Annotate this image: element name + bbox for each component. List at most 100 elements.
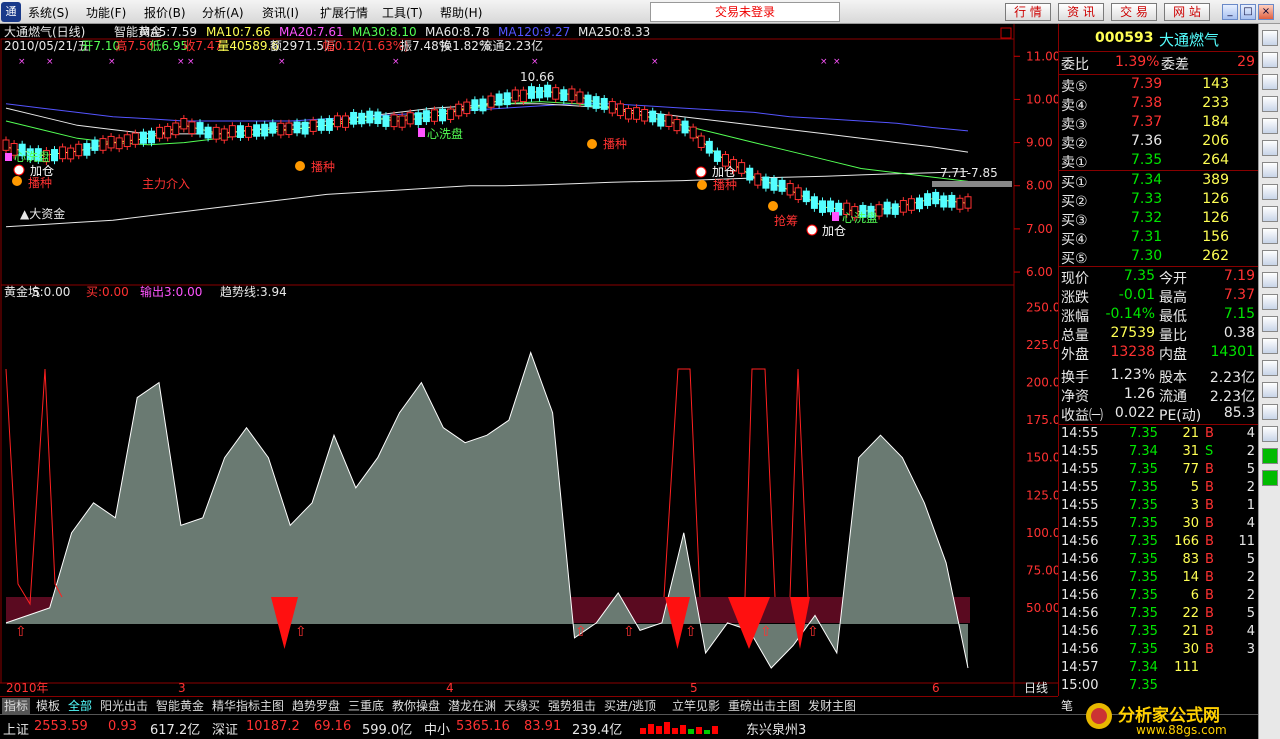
stock-name: 大通燃气 <box>1159 31 1220 49</box>
people-icon[interactable] <box>1262 162 1278 178</box>
info-item-3: 低6.95 <box>149 39 188 53</box>
tick-price: 7.35 <box>1129 480 1158 495</box>
bsi-icon[interactable] <box>1262 272 1278 288</box>
menu-system[interactable]: 系统(S) <box>28 4 69 21</box>
tick-icon[interactable] <box>1262 250 1278 266</box>
svg-text:×: × <box>833 57 841 67</box>
maximize-icon[interactable]: □ <box>1240 4 1256 20</box>
table-icon[interactable] <box>1262 294 1278 310</box>
news-icon[interactable] <box>1262 140 1278 156</box>
tick-price: 7.34 <box>1129 444 1158 459</box>
stat-label: 现价 <box>1061 271 1089 287</box>
candle-body <box>738 162 746 174</box>
calc-icon[interactable] <box>1262 316 1278 332</box>
sow-label-2: 播种 <box>311 160 335 174</box>
candle-body <box>204 126 212 139</box>
tab-6[interactable]: 趋势罗盘 <box>290 698 342 714</box>
dollar-icon[interactable] <box>1262 338 1278 354</box>
candle-body <box>673 119 681 132</box>
list-icon[interactable] <box>1262 118 1278 134</box>
arrow-down-icon[interactable] <box>1262 470 1278 486</box>
tick-volume: 31 <box>1182 444 1199 459</box>
tab-7[interactable]: 三重底 <box>346 698 386 714</box>
tick-time: 14:56 <box>1061 570 1099 585</box>
line-chart-icon[interactable] <box>1262 74 1278 90</box>
pdf-icon[interactable] <box>1262 228 1278 244</box>
candle-body <box>568 88 576 102</box>
trade-login-status: 交易未登录 <box>650 2 840 22</box>
tab-11[interactable]: 强势狙击 <box>546 698 598 714</box>
add-position-label-3: 加仓 <box>822 224 846 238</box>
tab-13[interactable]: 立竿见影 <box>670 698 722 714</box>
tab-2[interactable]: 全部 <box>66 698 94 714</box>
period-label[interactable]: 日线 <box>1024 681 1048 695</box>
stat-row: 外盘 13238 内盘 14301 <box>1059 344 1259 363</box>
move-icon[interactable] <box>1262 426 1278 442</box>
pen-icon[interactable] <box>1262 404 1278 420</box>
menu-extended-quote[interactable]: 扩展行情 <box>320 4 368 21</box>
commission-diff-value: 29 <box>1237 54 1255 70</box>
search-icon[interactable] <box>1262 206 1278 222</box>
candle-body <box>552 87 560 100</box>
tab-10[interactable]: 天缘买 <box>502 698 542 714</box>
quote-button[interactable]: 行 情 <box>1005 3 1051 21</box>
menu-icon[interactable] <box>1262 30 1278 46</box>
menu-function[interactable]: 功能(F) <box>86 4 126 21</box>
tick-price: 7.35 <box>1129 606 1158 621</box>
tick-count: 11 <box>1238 534 1255 549</box>
tick-tab[interactable]: 笔 <box>1061 697 1073 714</box>
level-volume: 184 <box>1202 114 1229 130</box>
candle-body <box>786 183 794 196</box>
tab-15[interactable]: 发财主图 <box>806 698 858 714</box>
tab-1[interactable]: 模板 <box>34 698 62 714</box>
tick-side: B <box>1205 588 1214 603</box>
indicator-values: S:0.00 买:0.00 输出3:0.00 趋势线:3.94 <box>32 284 287 299</box>
candle-body <box>697 135 705 148</box>
sz-index-value: 10187.2 <box>246 719 300 734</box>
kline-chart[interactable]: 大通燃气(日线) 智能黄金 MA5:7.59 MA10:7.66 MA20:7.61… <box>0 24 1058 696</box>
kline-icon[interactable] <box>1262 96 1278 112</box>
close-icon[interactable]: × <box>1258 4 1274 20</box>
svg-text:×: × <box>187 57 195 67</box>
stat-value: 1.26 <box>1123 386 1155 402</box>
news-button[interactable]: 资 讯 <box>1058 3 1104 21</box>
tick-side: B <box>1205 570 1214 585</box>
buy-arrow-1: ⇧ <box>295 624 307 640</box>
website-button[interactable]: 网 站 <box>1164 3 1210 21</box>
tab-9[interactable]: 潜龙在渊 <box>446 698 498 714</box>
menu-analysis[interactable]: 分析(A) <box>202 4 244 21</box>
minimize-icon[interactable]: _ <box>1222 4 1238 20</box>
wrench-icon[interactable] <box>1262 360 1278 376</box>
tab-14[interactable]: 重磅出击主图 <box>726 698 802 714</box>
candle-body <box>115 137 123 150</box>
arrow-up-icon[interactable] <box>1262 448 1278 464</box>
tab-5[interactable]: 精华指标主图 <box>210 698 286 714</box>
menu-info[interactable]: 资讯(I) <box>262 4 299 21</box>
commission-ratio-value: 1.39% <box>1115 54 1160 70</box>
level-price: 7.39 <box>1131 76 1163 92</box>
tab-8[interactable]: 教你操盘 <box>390 698 442 714</box>
candle-body <box>301 121 309 135</box>
menu-tools[interactable]: 工具(T) <box>382 4 423 21</box>
svg-text:×: × <box>18 57 26 67</box>
tab-12[interactable]: 买进/逃顶 <box>602 698 658 714</box>
tab-4[interactable]: 智能黄金 <box>154 698 206 714</box>
indicator-value-2: 输出3:0.00 <box>140 284 202 299</box>
indicator-tick-7: 75.00 <box>1026 563 1058 577</box>
level-volume: 143 <box>1202 76 1229 92</box>
buy-arrow-5: ⇧ <box>760 624 772 640</box>
hat-icon[interactable] <box>1262 382 1278 398</box>
menu-quote[interactable]: 报价(B) <box>144 4 186 21</box>
tab-3[interactable]: 阳光出击 <box>98 698 150 714</box>
candle-body <box>172 122 180 136</box>
tab-0[interactable]: 指标 <box>2 698 31 714</box>
candle-body <box>624 108 632 120</box>
stat-value: 7.35 <box>1123 268 1155 284</box>
f10-icon[interactable] <box>1262 184 1278 200</box>
tick-row: 14:56 7.35 83 B 5 <box>1059 552 1259 571</box>
tick-side: S <box>1205 444 1214 459</box>
grid-icon[interactable] <box>1262 52 1278 68</box>
menu-help[interactable]: 帮助(H) <box>440 4 482 21</box>
candle-body <box>600 97 608 110</box>
trade-button[interactable]: 交 易 <box>1111 3 1157 21</box>
